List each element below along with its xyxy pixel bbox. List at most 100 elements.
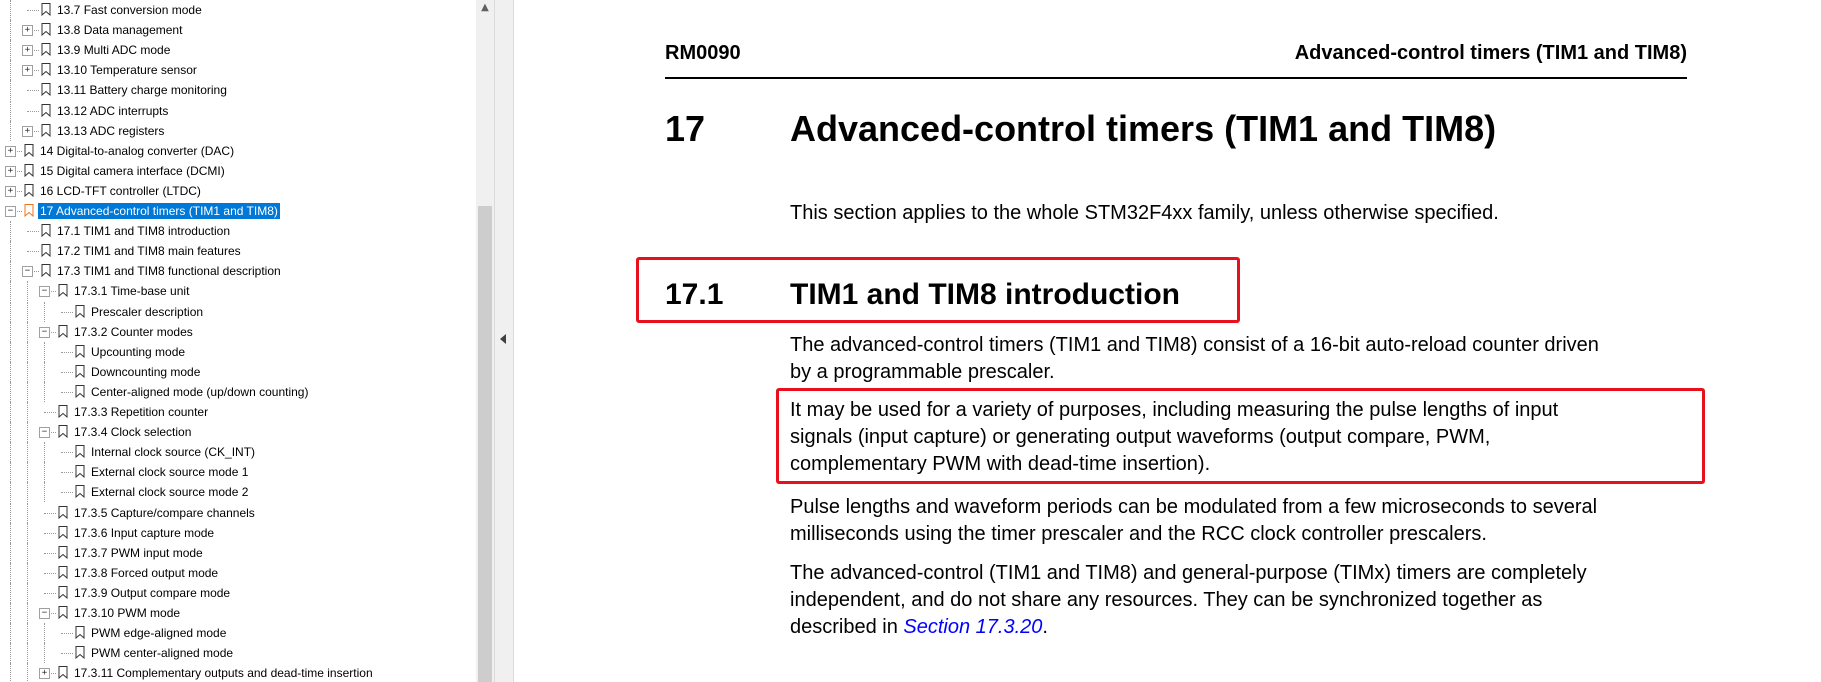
sidebar-item[interactable]: 17.3.6 Input capture mode — [0, 523, 476, 543]
tree-guide-line — [27, 442, 28, 462]
sidebar-item[interactable]: − 17 Advanced-control timers (TIM1 and TI… — [0, 201, 476, 221]
tree-connector — [61, 372, 73, 373]
sidebar-item[interactable]: +14 Digital-to-analog converter (DAC) — [0, 141, 476, 161]
collapse-node-icon[interactable]: − — [39, 427, 50, 438]
sidebar-item-label: 15 Digital camera interface (DCMI) — [40, 164, 225, 178]
collapse-panel-icon[interactable] — [500, 334, 506, 344]
sidebar-item[interactable]: Downcounting mode — [0, 362, 476, 382]
expand-node-icon[interactable]: + — [22, 45, 33, 56]
sidebar-item[interactable]: +13.13 ADC registers — [0, 121, 476, 141]
sidebar-item[interactable]: +13.10 Temperature sensor — [0, 60, 476, 80]
page-header-doc-id: RM0090 — [665, 42, 741, 64]
sidebar-item[interactable]: 17.3.8 Forced output mode — [0, 563, 476, 583]
scrollbar-thumb[interactable] — [478, 206, 492, 682]
tree-connector — [61, 653, 73, 654]
tree-guide-line — [27, 482, 28, 502]
expand-node-icon[interactable]: + — [39, 668, 50, 679]
collapse-node-icon[interactable]: − — [22, 266, 33, 277]
sidebar-item[interactable]: +15 Digital camera interface (DCMI) — [0, 161, 476, 181]
tree-guide-line — [27, 342, 28, 362]
tree-guide-line — [27, 603, 28, 623]
tree-guide-line — [27, 302, 28, 322]
expand-node-icon[interactable]: + — [22, 65, 33, 76]
sidebar-item[interactable]: +16 LCD-TFT controller (LTDC) — [0, 181, 476, 201]
tree-guide-line — [44, 302, 45, 322]
sidebar-item[interactable]: Internal clock source (CK_INT) — [0, 442, 476, 462]
sidebar-item[interactable]: 17.2 TIM1 and TIM8 main features — [0, 241, 476, 261]
collapse-node-icon[interactable]: − — [39, 327, 50, 338]
bookmark-icon — [24, 184, 34, 197]
sidebar-item-label: 17.3.11 Complementary outputs and dead-t… — [74, 666, 373, 680]
tree-guide-line — [10, 482, 11, 502]
tree-connector — [44, 412, 56, 413]
tree-guide-line — [44, 382, 45, 402]
sidebar-item[interactable]: PWM center-aligned mode — [0, 643, 476, 663]
page-header-title: Advanced-control timers (TIM1 and TIM8) — [1294, 42, 1687, 64]
paragraph-intro: The advanced-control timers (TIM1 and TI… — [790, 332, 1599, 386]
sidebar-item[interactable]: 17.3.7 PWM input mode — [0, 543, 476, 563]
sidebar-item[interactable]: +13.8 Data management — [0, 20, 476, 40]
bookmark-icon — [58, 546, 68, 559]
sidebar-scrollbar[interactable]: ▲ — [476, 0, 494, 682]
bookmark-icon — [41, 124, 51, 137]
bookmark-icon — [41, 104, 51, 117]
sidebar-item[interactable]: 17.3.9 Output compare mode — [0, 583, 476, 603]
tree-guide-line — [44, 362, 45, 382]
sidebar-item[interactable]: Prescaler description — [0, 302, 476, 322]
sidebar-item[interactable]: +13.9 Multi ADC mode — [0, 40, 476, 60]
sidebar-item-label: Internal clock source (CK_INT) — [91, 445, 256, 459]
collapse-node-icon[interactable]: − — [5, 206, 16, 217]
chapter-number: 17 — [665, 108, 706, 149]
tree-connector — [44, 573, 56, 574]
sidebar-item[interactable]: − 17.3.10 PWM mode — [0, 603, 476, 623]
tree-connector — [61, 633, 73, 634]
sidebar-item-label: Center-aligned mode (up/down counting) — [91, 385, 309, 399]
sidebar-item-label: 17.2 TIM1 and TIM8 main features — [57, 244, 241, 258]
sidebar-item-label: PWM center-aligned mode — [91, 646, 234, 660]
tree-connector — [44, 593, 56, 594]
expand-node-icon[interactable]: + — [5, 186, 16, 197]
sidebar-item[interactable]: − 17.3 TIM1 and TIM8 functional descripti… — [0, 261, 476, 281]
expand-node-icon[interactable]: + — [22, 126, 33, 137]
sidebar-item-label: 13.9 Multi ADC mode — [57, 43, 171, 57]
collapse-node-icon[interactable]: − — [39, 608, 50, 619]
sidebar-item-label: PWM edge-aligned mode — [91, 626, 227, 640]
tree-connector — [27, 231, 39, 232]
panel-splitter[interactable] — [494, 0, 514, 682]
section-17-3-20-link[interactable]: Section 17.3.20 — [903, 616, 1042, 638]
paragraph-pulse-lengths: Pulse lengths and waveform periods can b… — [790, 494, 1597, 548]
collapse-node-icon[interactable]: − — [39, 286, 50, 297]
tree-guide-line — [44, 462, 45, 482]
sidebar-item[interactable]: 13.11 Battery charge monitoring — [0, 80, 476, 100]
sidebar-item[interactable]: PWM edge-aligned mode — [0, 623, 476, 643]
tree-guide-line — [27, 583, 28, 603]
sidebar-item[interactable]: − 17.3.4 Clock selection — [0, 422, 476, 442]
expand-node-icon[interactable]: + — [22, 25, 33, 36]
sidebar-item[interactable]: Upcounting mode — [0, 342, 476, 362]
tree-connector — [61, 452, 73, 453]
tree-connector — [61, 492, 73, 493]
sidebar-item[interactable]: 17.3.5 Capture/compare channels — [0, 503, 476, 523]
tree-guide-line — [27, 543, 28, 563]
sidebar-item[interactable]: External clock source mode 2 — [0, 482, 476, 502]
tree-guide-line — [10, 523, 11, 543]
sidebar-item[interactable]: External clock source mode 1 — [0, 462, 476, 482]
bookmark-icon — [58, 284, 68, 297]
bookmark-icon — [41, 83, 51, 96]
bookmark-icon — [41, 23, 51, 36]
sidebar-item[interactable]: − 17.3.1 Time-base unit — [0, 281, 476, 301]
expand-node-icon[interactable]: + — [5, 146, 16, 157]
scroll-up-icon[interactable]: ▲ — [476, 0, 494, 16]
sidebar-item[interactable]: 13.12 ADC interrupts — [0, 101, 476, 121]
sidebar-item[interactable]: − 17.3.2 Counter modes — [0, 322, 476, 342]
sidebar-item[interactable]: 17.3.3 Repetition counter — [0, 402, 476, 422]
highlight-box-section-title — [636, 257, 1240, 323]
sidebar-item[interactable]: Center-aligned mode (up/down counting) — [0, 382, 476, 402]
expand-node-icon[interactable]: + — [5, 166, 16, 177]
sidebar-item-label: 17.3.9 Output compare mode — [74, 586, 231, 600]
sidebar-item[interactable]: 17.1 TIM1 and TIM8 introduction — [0, 221, 476, 241]
sidebar-item[interactable]: 13.7 Fast conversion mode — [0, 0, 476, 20]
sidebar-item-label: Downcounting mode — [91, 365, 201, 379]
sidebar-item[interactable]: +17.3.11 Complementary outputs and dead-… — [0, 663, 476, 682]
tree-guide-line — [27, 462, 28, 482]
